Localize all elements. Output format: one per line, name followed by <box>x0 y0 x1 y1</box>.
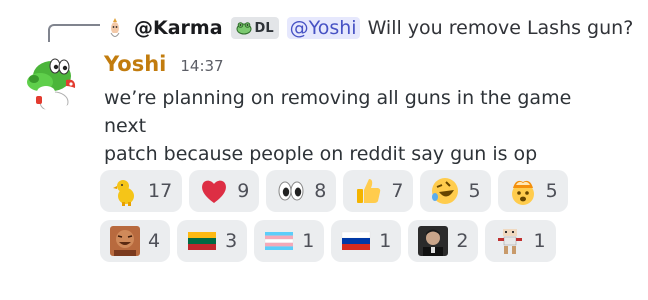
laughing-man-photo-icon <box>110 226 140 256</box>
duck-icon <box>110 176 140 206</box>
reply-reference[interactable]: @Karma DL @Yoshi Will you remove Lashs g… <box>104 12 633 44</box>
reaction-russia[interactable]: 1 <box>331 220 402 262</box>
rolling-laughing-icon <box>430 176 460 206</box>
guild-tag[interactable]: DL <box>230 17 279 39</box>
message-timestamp[interactable]: 14:37 <box>180 57 223 75</box>
reaction-thumbs-up[interactable]: 7 <box>343 170 414 212</box>
guild-tag-label: DL <box>254 20 274 36</box>
reaction-laughing-man[interactable]: 4 <box>100 220 171 262</box>
author-name[interactable]: Yoshi <box>104 52 166 76</box>
russia-flag-icon <box>341 226 371 256</box>
message-content: we’re planning on removing all guns in t… <box>104 84 604 168</box>
man-photo-icon <box>418 226 449 256</box>
message-header: Yoshi 14:37 <box>104 52 224 76</box>
reaction-count: 1 <box>302 230 315 252</box>
message-line: patch because people on reddit say gun i… <box>104 143 538 165</box>
yoshi-avatar[interactable] <box>20 48 82 110</box>
reaction-count: 5 <box>545 180 558 202</box>
lithuania-flag-icon <box>187 226 217 256</box>
reaction-mind-blown[interactable]: 5 <box>497 170 568 212</box>
frog-icon <box>236 21 252 35</box>
reaction-count: 1 <box>379 230 392 252</box>
mention-yoshi[interactable]: @Yoshi <box>286 17 360 39</box>
red-heart-icon <box>199 176 229 206</box>
reaction-eyes[interactable]: 8 <box>266 170 337 212</box>
reply-connector-line <box>48 24 100 42</box>
reaction-count: 1 <box>533 230 546 252</box>
reaction-count: 8 <box>314 180 327 202</box>
reaction-count: 9 <box>237 180 250 202</box>
reaction-man-photo[interactable]: 2 <box>408 220 479 262</box>
reactions-bar: 17 9 8 7 5 5 4 3 1 1 2 1 <box>100 170 620 262</box>
reaction-count: 4 <box>148 230 161 252</box>
eyes-icon <box>276 176 306 206</box>
karma-avatar-icon[interactable] <box>104 16 126 40</box>
reaction-count: 5 <box>468 180 481 202</box>
reaction-count: 3 <box>225 230 238 252</box>
reaction-heart[interactable]: 9 <box>189 170 260 212</box>
reply-preview-text: Will you remove Lashs gun? <box>367 17 634 39</box>
dancing-figure-icon <box>495 226 525 256</box>
reaction-dancing-figure[interactable]: 1 <box>485 220 556 262</box>
reaction-count: 17 <box>148 180 173 202</box>
reply-username[interactable]: @Karma <box>134 17 223 39</box>
transgender-flag-icon <box>264 226 294 256</box>
reaction-count: 7 <box>391 180 404 202</box>
reaction-rofl[interactable]: 5 <box>420 170 491 212</box>
message-line: we’re planning on removing all guns in t… <box>104 87 572 137</box>
thumbs-up-icon <box>353 176 383 206</box>
reaction-trans-flag[interactable]: 1 <box>254 220 325 262</box>
reaction-lithuania[interactable]: 3 <box>177 220 248 262</box>
reaction-duck[interactable]: 17 <box>100 170 183 212</box>
reaction-count: 2 <box>456 230 469 252</box>
mind-blown-icon <box>508 176 538 206</box>
